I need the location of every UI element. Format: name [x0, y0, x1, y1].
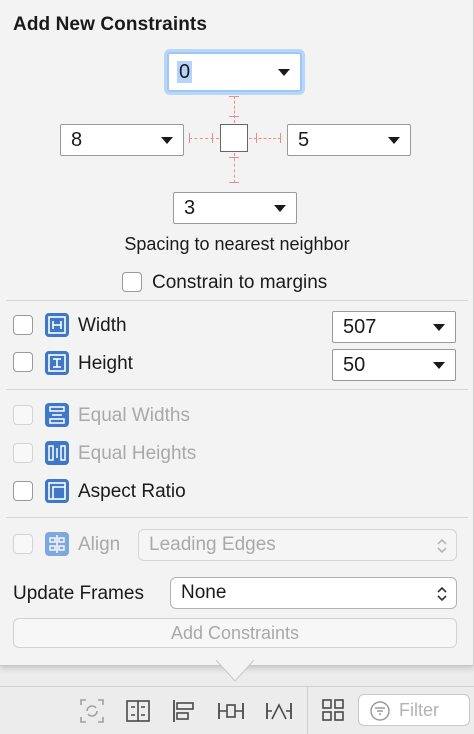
aspect-ratio-label: Aspect Ratio [78, 481, 186, 502]
width-value[interactable]: 507 [343, 316, 376, 338]
resolve-icon[interactable] [264, 697, 294, 725]
align-label: Align [78, 534, 121, 555]
filter-icon [370, 701, 390, 721]
add-constraints-button[interactable]: Add Constraints [13, 618, 457, 648]
constrain-to-margins-checkbox[interactable] [122, 272, 142, 292]
constrain-to-margins-label[interactable]: Constrain to margins [152, 272, 327, 294]
chevron-down-icon[interactable] [433, 324, 445, 331]
toolbar-separator [307, 686, 308, 734]
chevron-down-icon[interactable] [388, 137, 400, 144]
update-frames-label: Update Frames [13, 583, 144, 604]
width-constraint-icon [45, 313, 69, 337]
align-value[interactable]: Leading Edges [149, 534, 276, 555]
update-frames-popup[interactable]: None [170, 577, 457, 609]
stack-icon[interactable] [124, 697, 152, 725]
filter-field[interactable]: Filter [358, 694, 470, 726]
popover-arrow [216, 660, 254, 682]
right-spacing-combo[interactable]: 5 [287, 124, 411, 156]
height-constraint-icon [45, 351, 69, 375]
height-value-combo[interactable]: 50 [332, 349, 456, 381]
top-spacing-value[interactable]: 0 [177, 61, 193, 83]
equal-widths-label: Equal Widths [78, 405, 190, 426]
align-icon[interactable] [170, 697, 198, 725]
grid-icon[interactable] [320, 697, 346, 723]
bottom-spacing-value[interactable]: 3 [184, 197, 195, 219]
left-spacing-combo[interactable]: 8 [60, 124, 184, 156]
chevron-down-icon[interactable] [274, 205, 286, 212]
align-checkbox[interactable] [13, 534, 33, 554]
top-spacing-combo[interactable]: 0 [167, 52, 302, 92]
width-checkbox[interactable] [13, 315, 33, 335]
up-down-chevron-icon[interactable] [436, 537, 448, 555]
aspect-ratio-icon [45, 479, 69, 503]
selected-view-box [220, 124, 248, 152]
chevron-down-icon[interactable] [433, 362, 445, 369]
popover-title: Add New Constraints [13, 14, 208, 35]
height-checkbox[interactable] [13, 352, 33, 372]
divider [6, 300, 468, 301]
align-icon [45, 532, 69, 556]
chevron-down-icon[interactable] [278, 69, 290, 76]
height-label: Height [78, 353, 133, 374]
align-popup[interactable]: Leading Edges [138, 529, 457, 561]
equal-heights-icon [45, 441, 69, 465]
pin-icon[interactable] [216, 697, 246, 725]
chevron-down-icon[interactable] [161, 137, 173, 144]
equal-heights-label: Equal Heights [78, 443, 197, 464]
equal-heights-checkbox[interactable] [13, 443, 33, 463]
equal-widths-icon [45, 403, 69, 427]
right-spacing-value[interactable]: 5 [298, 129, 309, 151]
divider [6, 517, 468, 518]
left-spacing-value[interactable]: 8 [71, 129, 82, 151]
height-value[interactable]: 50 [343, 354, 365, 376]
up-down-chevron-icon[interactable] [436, 585, 448, 603]
spacing-caption: Spacing to nearest neighbor [124, 234, 350, 254]
equal-widths-checkbox[interactable] [13, 405, 33, 425]
update-frames-value[interactable]: None [181, 582, 226, 603]
divider [6, 389, 468, 390]
width-value-combo[interactable]: 507 [332, 311, 456, 343]
aspect-ratio-checkbox[interactable] [13, 481, 33, 501]
bottom-spacing-combo[interactable]: 3 [173, 192, 297, 224]
width-label: Width [78, 315, 127, 336]
update-frames-icon[interactable] [78, 697, 106, 725]
add-constraints-popover: Add New Constraints 0 8 5 3 Spacing to n… [0, 0, 474, 666]
filter-placeholder[interactable]: Filter [399, 700, 439, 721]
